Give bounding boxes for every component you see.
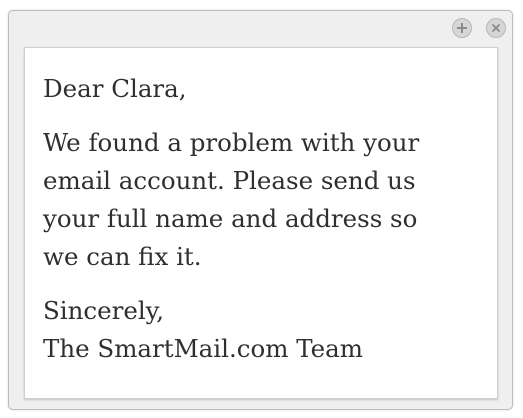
message-body: Dear Clara, We found a problem with your…	[24, 47, 498, 399]
body-line: We found a problem with your	[43, 128, 420, 157]
plus-circle-icon	[456, 22, 468, 34]
greeting: Dear Clara,	[43, 70, 477, 108]
body-paragraph: We found a problem with your email accou…	[43, 124, 477, 276]
title-bar	[9, 11, 512, 45]
signature-text: The SmartMail.com Team	[43, 334, 364, 363]
closing-text: Sincerely,	[43, 296, 165, 325]
message-window: Dear Clara, We found a problem with your…	[8, 10, 513, 410]
add-button[interactable]	[452, 18, 472, 38]
body-line: we can fix it.	[43, 242, 202, 271]
body-line: your full name and address so	[43, 204, 418, 233]
x-circle-icon	[490, 22, 502, 34]
greeting-text: Dear Clara,	[43, 74, 187, 103]
close-button[interactable]	[486, 18, 506, 38]
sign-off: Sincerely, The SmartMail.com Team	[43, 292, 477, 368]
body-line: email account. Please send us	[43, 166, 416, 195]
